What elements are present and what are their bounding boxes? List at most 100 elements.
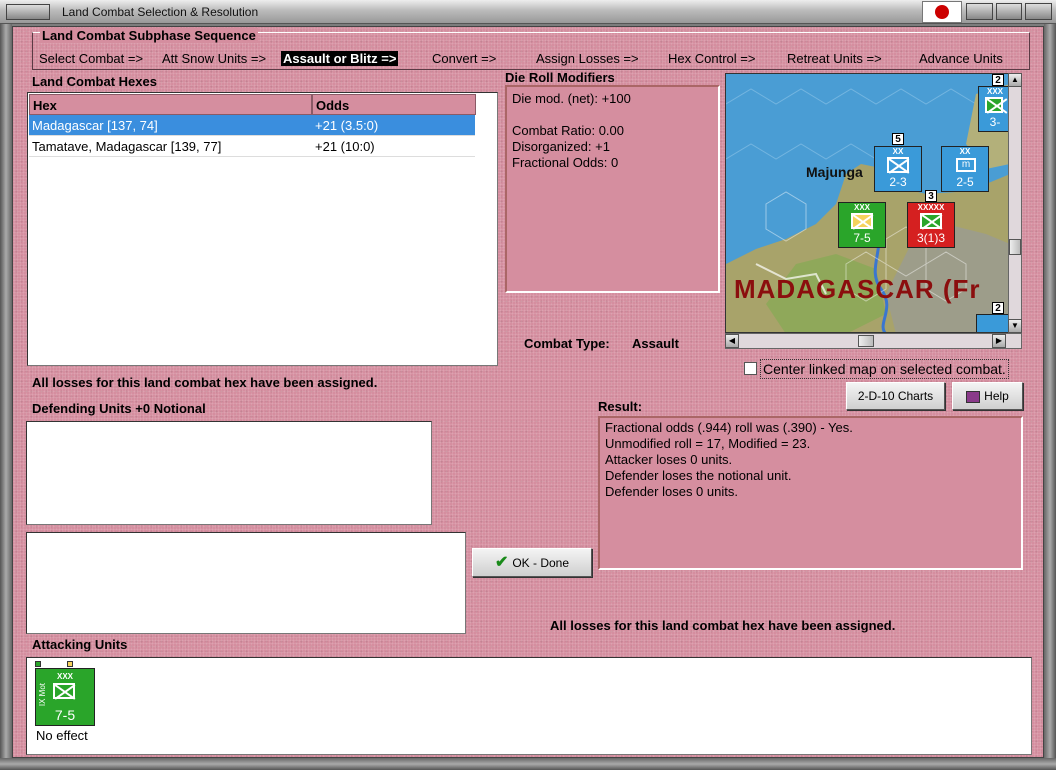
unit-size: XXX <box>853 203 870 212</box>
drm-line: Die mod. (net): +100 <box>512 91 631 106</box>
unit-strength: 2-5 <box>956 175 974 189</box>
center-linked-label[interactable]: Center linked map on selected combat. <box>760 359 1009 379</box>
unit-strength: 3- <box>989 115 1001 129</box>
result-line: Attacker loses 0 units. <box>605 452 733 467</box>
subphase-title: Land Combat Subphase Sequence <box>40 28 258 43</box>
column-header-hex[interactable]: Hex <box>29 94 312 115</box>
hex-row[interactable]: Madagascar [137, 74] +21 (3.5:0) <box>29 115 475 136</box>
help-button[interactable]: Help <box>952 382 1023 410</box>
unit-strength: 7-5 <box>54 707 76 723</box>
step-retreat-units: Retreat Units => <box>787 51 882 66</box>
unit-strength: 3(1)3 <box>916 231 945 245</box>
result-line: Defender loses the notional unit. <box>605 468 792 483</box>
infantry-symbol-icon <box>920 213 942 229</box>
map-horizontal-scrollbar[interactable]: ◀ ▶ <box>725 333 1022 349</box>
drm-line: Disorganized: +1 <box>512 139 610 154</box>
stack-count-badge: 5 <box>892 133 904 145</box>
motorized-symbol-icon <box>851 213 873 229</box>
unit-counter-partial[interactable] <box>976 314 1008 332</box>
hex-row[interactable]: Tamatave, Madagascar [139, 77] +21 (10:0… <box>29 136 475 157</box>
scroll-down-icon[interactable]: ▼ <box>1008 319 1022 333</box>
status-dot-icon <box>67 661 73 667</box>
charts-button[interactable]: 2-D-10 Charts <box>846 382 945 410</box>
scroll-right-icon[interactable]: ▶ <box>992 334 1006 348</box>
result-line: Fractional odds (.944) roll was (.390) -… <box>605 420 853 435</box>
drm-box: Die mod. (net): +100 Combat Ratio: 0.00 … <box>505 85 720 293</box>
infantry-symbol-icon <box>887 157 909 173</box>
defending-title: Defending Units +0 Notional <box>32 401 206 416</box>
unit-counter[interactable]: XXX 7-5 <box>838 202 886 248</box>
step-select-combat: Select Combat => <box>39 51 144 66</box>
map-vertical-scrollbar[interactable]: ▲ ▼ <box>1008 73 1022 333</box>
stack-count-badge: 3 <box>925 190 937 202</box>
hex-cell: Madagascar [137, 74] <box>32 118 158 133</box>
losses-message-top: All losses for this land combat hex have… <box>32 375 378 390</box>
unit-name: IX Mot <box>38 683 47 707</box>
step-convert: Convert => <box>432 51 497 66</box>
unit-status-text: No effect <box>36 728 88 743</box>
secondary-units-list[interactable] <box>26 532 466 634</box>
stack-count-badge: 2 <box>992 302 1004 314</box>
hexes-title: Land Combat Hexes <box>32 74 157 89</box>
unit-counter[interactable]: XX 2-3 <box>874 146 922 192</box>
odds-cell: +21 (3.5:0) <box>315 118 379 133</box>
title-bar[interactable]: Land Combat Selection & Resolution <box>0 0 1056 24</box>
combat-type-value: Assault <box>632 336 679 351</box>
result-title: Result: <box>598 399 643 414</box>
stack-count-badge: 2 <box>992 74 1004 86</box>
drm-line: Fractional Odds: 0 <box>512 155 619 170</box>
hex-cell: Tamatave, Madagascar [139, 77] <box>32 139 222 154</box>
close-button[interactable] <box>1025 3 1053 20</box>
step-assign-losses: Assign Losses => <box>536 51 639 66</box>
unit-strength: 7-5 <box>853 231 871 245</box>
combat-type-label: Combat Type: <box>524 336 610 351</box>
scroll-thumb[interactable] <box>858 335 874 347</box>
step-hex-control: Hex Control => <box>668 51 756 66</box>
ok-done-button[interactable]: ✔ OK - Done <box>472 548 592 577</box>
unit-size: XXXXX <box>917 203 945 212</box>
maximize-button[interactable] <box>995 3 1023 20</box>
column-header-odds[interactable]: Odds <box>312 94 476 115</box>
defending-units-list[interactable] <box>26 421 432 525</box>
book-icon <box>966 390 981 403</box>
center-linked-checkbox[interactable] <box>744 362 757 375</box>
ok-done-label: OK - Done <box>512 556 570 570</box>
attacking-units-list[interactable]: XXX IX Mot 7-5 No effect <box>26 657 1032 755</box>
unit-counter[interactable]: XXXXX 3(1)3 <box>907 202 955 248</box>
unit-size: XXX <box>56 672 73 681</box>
scroll-thumb[interactable] <box>1009 239 1021 255</box>
bottom-border <box>0 758 1056 770</box>
map-city-label: Majunga <box>806 164 863 180</box>
status-dot-icon <box>35 661 41 667</box>
unit-counter[interactable]: XXX 3- <box>978 86 1008 132</box>
mountain-symbol-icon: m <box>956 158 976 172</box>
result-box: Fractional odds (.944) roll was (.390) -… <box>598 416 1023 570</box>
odds-cell: +21 (10:0) <box>315 139 375 154</box>
unit-size: XX <box>892 147 904 156</box>
unit-counter[interactable]: XX m 2-5 <box>941 146 989 192</box>
scroll-up-icon[interactable]: ▲ <box>1008 73 1022 87</box>
losses-message-bottom: All losses for this land combat hex have… <box>550 618 896 633</box>
checkmark-icon: ✔ <box>494 554 509 571</box>
drm-line: Combat Ratio: 0.00 <box>512 123 625 138</box>
infantry-symbol-icon <box>985 97 1003 113</box>
help-button-label: Help <box>984 389 1009 403</box>
linked-map[interactable]: Majunga MADAGASCAR (Fr XX 2-3 5 XX m 2-5… <box>725 73 1009 333</box>
unit-size: XX <box>959 147 971 156</box>
system-menu-button[interactable] <box>6 4 50 20</box>
attacking-unit-counter[interactable]: XXX IX Mot 7-5 <box>35 668 95 726</box>
unit-size: XXX <box>986 87 1003 96</box>
minimize-button[interactable] <box>966 3 993 20</box>
japan-flag-icon <box>922 1 962 23</box>
attacking-title: Attacking Units <box>32 637 128 652</box>
right-border <box>1044 24 1056 770</box>
result-line: Defender loses 0 units. <box>605 484 738 499</box>
window-title: Land Combat Selection & Resolution <box>62 5 259 19</box>
hexes-list[interactable]: Hex Odds Madagascar [137, 74] +21 (3.5:0… <box>27 92 498 366</box>
result-line: Unmodified roll = 17, Modified = 23. <box>605 436 811 451</box>
scroll-left-icon[interactable]: ◀ <box>725 334 739 348</box>
step-att-snow-units: Att Snow Units => <box>162 51 267 66</box>
drm-title: Die Roll Modifiers <box>505 70 615 85</box>
step-advance-units: Advance Units <box>919 51 1003 66</box>
charts-button-label: 2-D-10 Charts <box>857 389 934 403</box>
